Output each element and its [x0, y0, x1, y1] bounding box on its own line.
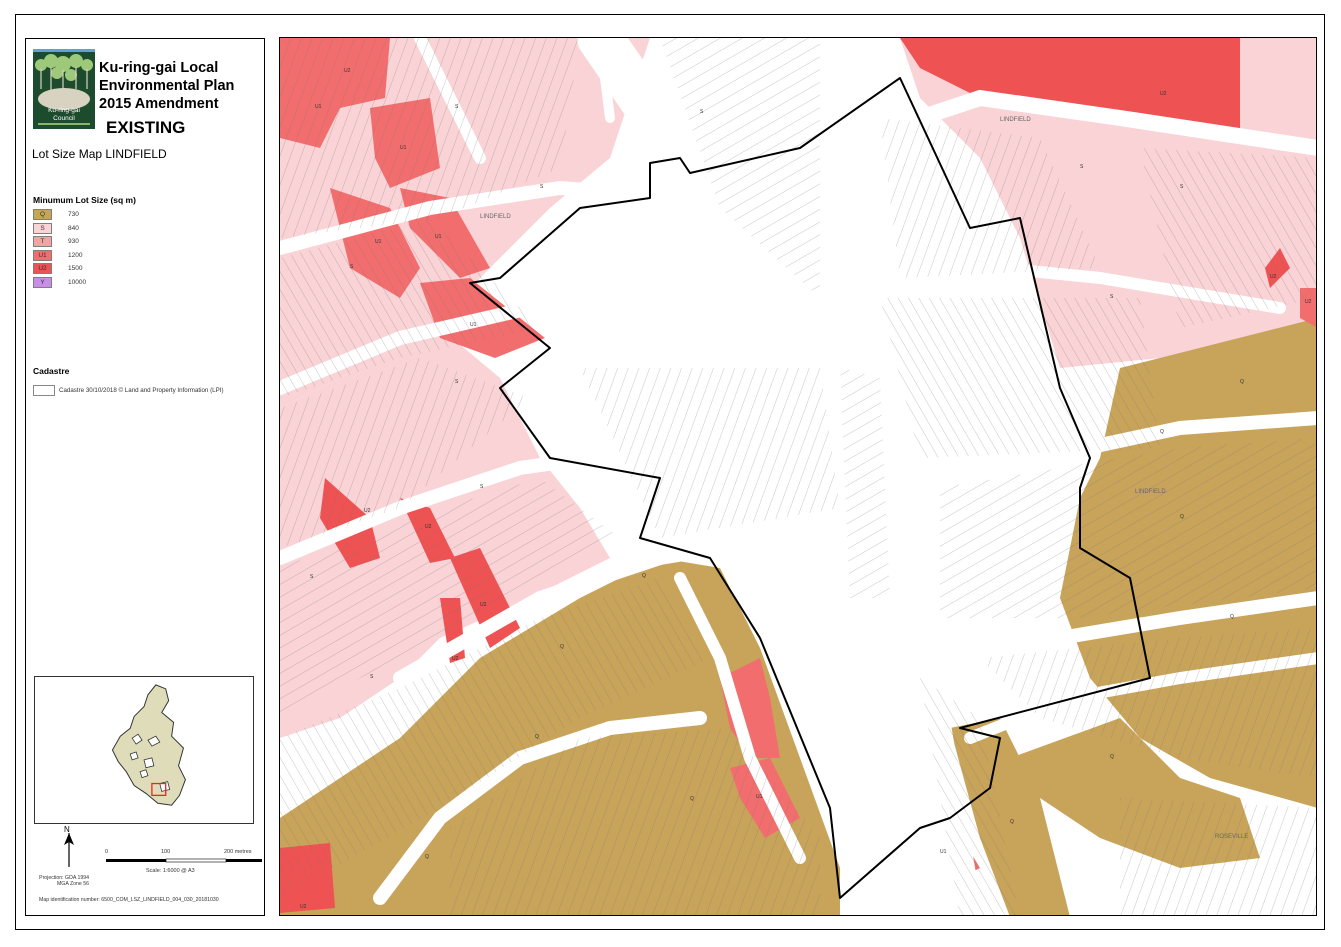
north-label: N: [64, 825, 70, 834]
zone-label-u1-1: U1: [315, 104, 322, 110]
zone-label-q-10: Q: [1110, 754, 1114, 760]
suburb-label-lindfield-1: LINDFIELD: [480, 214, 511, 220]
map-identification-number: Map identification number: 6500_COM_LSZ_…: [39, 897, 219, 903]
title-line-1: Ku-ring-gai Local: [99, 60, 219, 76]
title-line-3: 2015 Amendment: [99, 96, 219, 112]
suburb-label-lindfield-2: LINDFIELD: [1000, 117, 1031, 123]
legend-item-u1: U1 1200: [33, 249, 86, 263]
legend-list: Q 730 S 840 T 930 U1 1200 U2 1500 Y 1000…: [33, 208, 86, 289]
map-title: Lot Size Map LINDFIELD: [32, 147, 167, 161]
projection-line-2: MGA Zone 56: [56, 881, 89, 887]
legend-value-t: 930: [68, 238, 79, 246]
zone-label-q-3: Q: [535, 734, 539, 740]
zone-label-u3-1: U1: [400, 145, 407, 151]
zone-label-u2-3: U2: [425, 524, 432, 530]
zone-label-q-9: Q: [1230, 614, 1234, 620]
zone-label-q-8: Q: [1180, 514, 1184, 520]
legend-swatch-t: T: [33, 236, 52, 248]
zone-label-q-2: Q: [560, 644, 564, 650]
scale-text: Scale: 1:6000 @ A3: [146, 868, 195, 874]
zone-label-u1-5: U1: [756, 794, 763, 800]
zone-label-u2-7: U2: [1270, 274, 1277, 280]
zone-label-q-5: Q: [425, 854, 429, 860]
zone-label-u2-2: U2: [364, 508, 371, 514]
plan-title: Ku-ring-gai Local Environmental Plan 201…: [99, 59, 234, 113]
cadastre-text: Cadastre 30/10/2018 © Land and Property …: [59, 387, 224, 394]
projection-text: Projection: GDA 1994 MGA Zone 56: [34, 875, 89, 887]
zone-label-q-6: Q: [1160, 429, 1164, 435]
legend-item-t: T 930: [33, 235, 86, 249]
zone-label-u2-5: U2: [452, 656, 459, 662]
legend-value-q: 730: [68, 211, 79, 219]
council-logo: Ku-ring-gai Council: [33, 49, 95, 129]
map-frame[interactable]: U2 U1 U1 U1 U1 U1 U2 U2 U2 U2 U1 U1 U2 U…: [279, 37, 1317, 916]
logo-text-2: Council: [53, 115, 75, 122]
title-line-2: Environmental Plan: [99, 78, 235, 94]
suburb-label-roseville: ROSEVILLE: [1215, 834, 1248, 840]
zone-label-q-1: Q: [642, 573, 646, 579]
scale-tick-0: 0: [105, 849, 109, 855]
legend-item-y: Y 10000: [33, 276, 86, 290]
legend-item-s: S 840: [33, 222, 86, 236]
cadastre-title: Cadastre: [33, 366, 70, 376]
north-arrow-icon: [64, 833, 74, 867]
legend-panel: Ku-ring-gai Council Ku-ring-gai Local En…: [25, 38, 265, 916]
cadastre-legend-item: Cadastre 30/10/2018 © Land and Property …: [33, 385, 224, 396]
status-label: EXISTING: [106, 118, 186, 137]
zone-label-u2-4: U2: [480, 602, 487, 608]
zone-label-u2-9: U2: [300, 904, 307, 910]
legend-value-u2: 1500: [68, 265, 83, 273]
legend-value-y: 10000: [68, 278, 87, 286]
zone-label-u2-8: U2: [1305, 299, 1312, 305]
zone-label-u1-2: U1: [435, 234, 442, 240]
legend-value-s: 840: [68, 224, 79, 232]
zone-label-q-7: Q: [1240, 379, 1244, 385]
legend-swatch-u2: U2: [33, 263, 52, 275]
zone-label-q-4: Q: [690, 796, 694, 802]
logo-text-1: Ku-ring-gai: [48, 107, 80, 114]
suburb-label-lindfield-3: LINDFIELD: [1135, 489, 1166, 495]
legend-item-u2: U2 1500: [33, 262, 86, 276]
zone-label-u1-3: U1: [375, 239, 382, 245]
zone-label-u2-1: U2: [344, 68, 351, 74]
zone-label-q-11: Q: [1010, 819, 1014, 825]
legend-value-u1: 1200: [68, 251, 83, 259]
locator-map: [34, 676, 254, 824]
legend-swatch-q: Q: [33, 209, 52, 221]
legend-swatch-s: S: [33, 222, 52, 234]
scale-tick-100: 100: [161, 849, 171, 855]
zone-label-u2-6: U2: [1160, 91, 1167, 97]
legend-swatch-y: Y: [33, 276, 52, 288]
legend-title: Minumum Lot Size (sq m): [33, 195, 136, 205]
zone-label-u1-4: U1: [470, 322, 477, 328]
locator-lga-shape: [111, 684, 186, 806]
legend-item-q: Q 730: [33, 208, 86, 222]
zone-label-u1-6: U1: [940, 849, 947, 855]
cadastre-swatch: [33, 385, 55, 396]
lot-size-map[interactable]: U2 U1 U1 U1 U1 U1 U2 U2 U2 U2 U1 U1 U2 U…: [280, 38, 1317, 916]
legend-swatch-u1: U1: [33, 249, 52, 261]
scale-tick-200: 200 metres: [224, 849, 252, 855]
